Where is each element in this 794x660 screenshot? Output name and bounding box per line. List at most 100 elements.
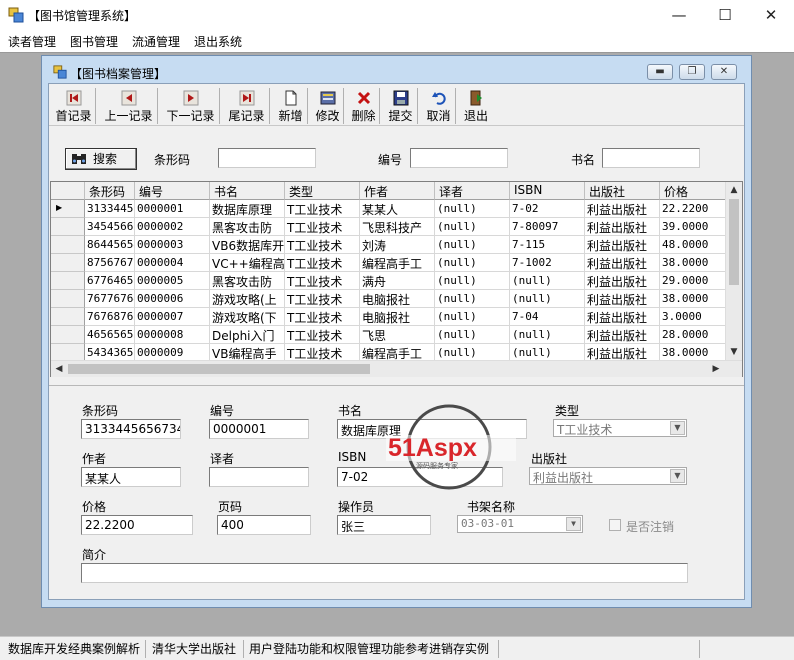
grid-cell-barcode[interactable]: 76776764565 [85,290,135,308]
grid-cell-isbn[interactable]: (null) [510,290,585,308]
vertical-scroll-thumb[interactable] [729,199,739,285]
grid-cell-number[interactable]: 0000008 [135,326,210,344]
grid-cell-type[interactable]: T工业技术 [285,218,360,236]
chevron-down-icon[interactable]: ▼ [670,421,685,435]
scroll-right-icon[interactable]: ▶ [708,361,724,377]
menu-exit[interactable]: 退出系统 [194,33,242,50]
last-record-button[interactable]: 尾记录 [224,88,270,124]
grid-cell-publisher[interactable]: 利益出版社 [585,272,660,290]
number-field[interactable]: 0000001 [209,419,309,439]
grid-cell-translator[interactable]: (null) [435,200,510,218]
column-header-isbn[interactable]: ISBN [510,182,585,200]
grid-cell-barcode[interactable]: 87567676754 [85,254,135,272]
scroll-up-icon[interactable]: ▲ [726,182,742,198]
grid-cell-publisher[interactable]: 利益出版社 [585,254,660,272]
grid-cell-bookname[interactable]: Delphi入门 [210,326,285,344]
menu-book[interactable]: 图书管理 [70,33,118,50]
row-header[interactable] [51,290,85,308]
grid-cell-number[interactable]: 0000003 [135,236,210,254]
grid-cell-isbn[interactable]: 7-1002 [510,254,585,272]
grid-cell-number[interactable]: 0000001 [135,200,210,218]
grid-cell-author[interactable]: 编程高手工 [360,254,435,272]
grid-cell-translator[interactable]: (null) [435,254,510,272]
grid-cell-translator[interactable]: (null) [435,290,510,308]
column-header-number[interactable]: 编号 [135,182,210,200]
grid-cell-author[interactable]: 电脑报社 [360,308,435,326]
cancelled-checkbox[interactable] [609,519,621,531]
grid-cell-number[interactable]: 0000004 [135,254,210,272]
menu-reader[interactable]: 读者管理 [8,33,56,50]
type-select[interactable]: T工业技术 ▼ [553,419,687,437]
grid-cell-author[interactable]: 刘涛 [360,236,435,254]
grid-cell-author[interactable]: 飞思 [360,326,435,344]
grid-cell-bookname[interactable]: VC++编程高 [210,254,285,272]
grid-horizontal-scrollbar[interactable]: ◀ ▶ [51,360,742,377]
grid-cell-type[interactable]: T工业技术 [285,290,360,308]
grid-cell-translator[interactable]: (null) [435,218,510,236]
grid-cell-bookname[interactable]: VB6数据库开 [210,236,285,254]
grid-cell-isbn[interactable]: (null) [510,326,585,344]
grid-cell-bookname[interactable]: 游戏攻略(下 [210,308,285,326]
row-header[interactable] [51,272,85,290]
scroll-left-icon[interactable]: ◀ [51,361,67,377]
grid-cell-barcode[interactable]: 86445654345 [85,236,135,254]
shelf-select[interactable]: 03-03-01 ▼ [457,515,583,533]
grid-cell-number[interactable]: 0000002 [135,218,210,236]
grid-cell-translator[interactable]: (null) [435,308,510,326]
exit-button[interactable]: 退出 [460,88,492,124]
row-header[interactable] [51,326,85,344]
translator-field[interactable] [209,467,309,487]
column-header-type[interactable]: 类型 [285,182,360,200]
search-bookname-input[interactable] [602,148,700,168]
grid-cell-bookname[interactable]: 游戏攻略(上 [210,290,285,308]
grid-vertical-scrollbar[interactable]: ▲ ▼ [725,182,742,360]
column-header-publisher[interactable]: 出版社 [585,182,660,200]
search-number-input[interactable] [410,148,508,168]
grid-cell-barcode[interactable]: 34545667676 [85,218,135,236]
prev-record-button[interactable]: 上一记录 [100,88,158,124]
scroll-down-icon[interactable]: ▼ [726,344,742,360]
grid-cell-translator[interactable]: (null) [435,272,510,290]
grid-cell-isbn[interactable]: (null) [510,272,585,290]
row-header[interactable]: ▶ [51,200,85,218]
close-button[interactable]: ✕ [748,0,794,30]
row-header[interactable] [51,308,85,326]
menu-circulation[interactable]: 流通管理 [132,33,180,50]
barcode-field[interactable]: 3133445656734 [81,419,181,439]
column-header-barcode[interactable]: 条形码 [85,182,135,200]
delete-button[interactable]: 删除 [348,88,380,124]
grid-cell-author[interactable]: 电脑报社 [360,290,435,308]
grid-cell-type[interactable]: T工业技术 [285,254,360,272]
grid-cell-bookname[interactable]: 黑客攻击防 [210,272,285,290]
grid-cell-barcode[interactable]: 46565656776 [85,326,135,344]
grid-cell-type[interactable]: T工业技术 [285,236,360,254]
price-field[interactable]: 22.2200 [81,515,193,535]
book-data-grid[interactable]: 条形码编号书名类型作者译者ISBN出版社价格▶31334456567000000… [50,181,743,377]
grid-cell-author[interactable]: 某某人 [360,200,435,218]
grid-cell-publisher[interactable]: 利益出版社 [585,218,660,236]
grid-cell-publisher[interactable]: 利益出版社 [585,200,660,218]
summary-field[interactable] [81,563,688,583]
grid-cell-number[interactable]: 0000005 [135,272,210,290]
edit-button[interactable]: 修改 [312,88,344,124]
cancel-button[interactable]: 取消 [422,88,456,124]
row-header[interactable] [51,254,85,272]
search-button[interactable]: 搜索 [65,148,137,170]
grid-cell-translator[interactable]: (null) [435,236,510,254]
new-button[interactable]: 新增 [274,88,308,124]
grid-cell-publisher[interactable]: 利益出版社 [585,326,660,344]
child-close-button[interactable]: ✕ [711,64,737,80]
grid-cell-bookname[interactable]: 黑客攻击防 [210,218,285,236]
grid-cell-isbn[interactable]: 7-02 [510,200,585,218]
grid-cell-isbn[interactable]: 7-04 [510,308,585,326]
next-record-button[interactable]: 下一记录 [162,88,220,124]
row-header[interactable] [51,236,85,254]
grid-cell-type[interactable]: T工业技术 [285,308,360,326]
grid-cell-number[interactable]: 0000006 [135,290,210,308]
grid-cell-type[interactable]: T工业技术 [285,200,360,218]
grid-cell-bookname[interactable]: 数据库原理 [210,200,285,218]
grid-cell-barcode[interactable]: 67764656443 [85,272,135,290]
minimize-button[interactable]: — [656,0,702,30]
grid-cell-author[interactable]: 满舟 [360,272,435,290]
grid-cell-publisher[interactable]: 利益出版社 [585,308,660,326]
